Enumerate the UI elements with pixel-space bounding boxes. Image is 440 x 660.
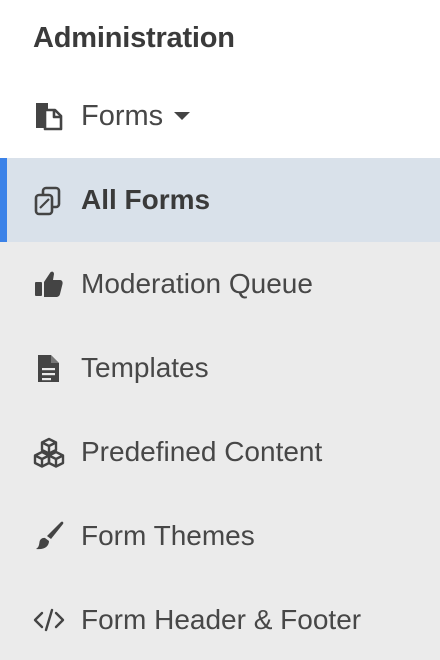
sidebar-item-all-forms[interactable]: All Forms <box>0 158 440 242</box>
thumbs-up-icon <box>32 268 66 300</box>
sidebar-item-label: Moderation Queue <box>81 268 313 299</box>
sidebar-item-label: Predefined Content <box>81 436 323 467</box>
sidebar-item-form-header-footer[interactable]: Form Header & Footer <box>0 578 440 660</box>
caret-down-icon <box>174 110 190 122</box>
forms-icon <box>32 100 64 132</box>
paintbrush-icon <box>32 520 66 552</box>
sidebar-item-label: Templates <box>81 352 209 383</box>
sidebar-item-predefined-content[interactable]: Predefined Content <box>0 410 440 494</box>
sidebar-item-label: All Forms <box>81 184 211 215</box>
forms-submenu: All Forms Moderation Queue Templates Pre… <box>0 158 440 660</box>
code-icon <box>32 604 66 636</box>
sidebar-item-label: Form Themes <box>81 520 255 551</box>
document-icon <box>32 352 66 384</box>
sidebar-item-moderation-queue[interactable]: Moderation Queue <box>0 242 440 326</box>
forms-menu-toggle[interactable]: Forms <box>0 88 440 144</box>
section-title: Administration <box>33 22 235 54</box>
sidebar-item-form-themes[interactable]: Form Themes <box>0 494 440 578</box>
forms-menu-label: Forms <box>81 100 164 132</box>
sidebar-item-templates[interactable]: Templates <box>0 326 440 410</box>
sidebar-item-label: Form Header & Footer <box>81 604 362 635</box>
copy-icon <box>32 184 66 216</box>
cubes-icon <box>32 436 66 468</box>
admin-sidebar: Administration Forms All Forms Moderatio… <box>0 0 440 660</box>
active-indicator <box>0 158 7 242</box>
